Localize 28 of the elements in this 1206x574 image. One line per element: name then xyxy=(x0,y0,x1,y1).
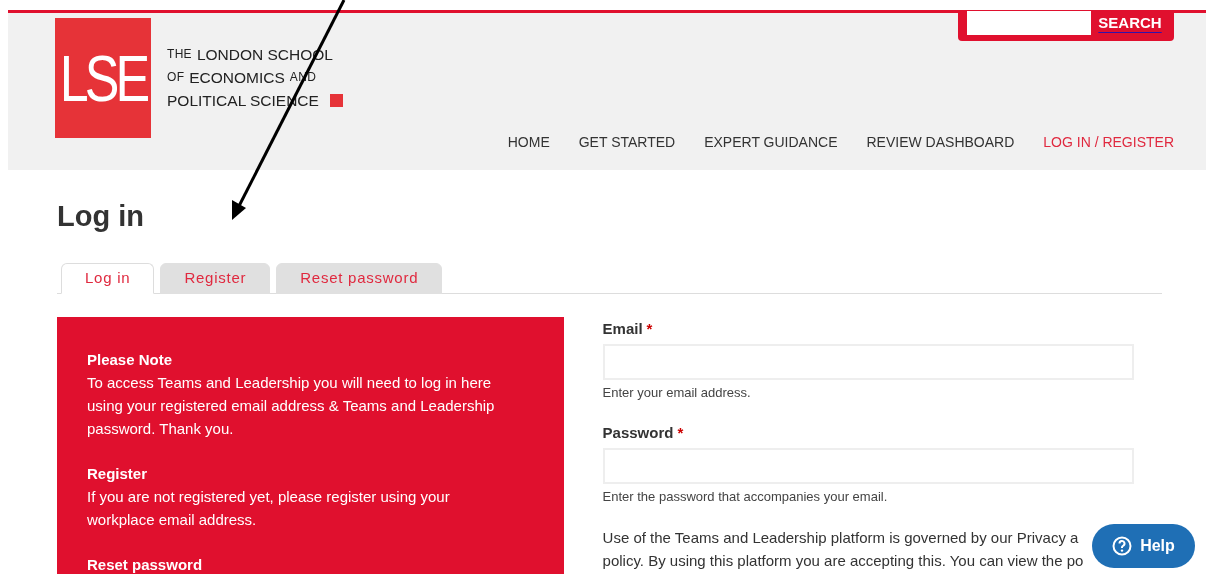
notice-text: To access Teams and Leadership you will need to log in here using your registered email address & Teams and Leadership password. Thank you. xyxy=(87,373,496,439)
square-icon xyxy=(329,94,343,107)
help-button[interactable]: Help xyxy=(1092,524,1195,568)
logo-mark[interactable]: LSE xyxy=(55,17,151,138)
field-label: Email xyxy=(602,319,643,339)
search-button[interactable]: SEARCH xyxy=(1095,11,1165,35)
tab[interactable]: Log in xyxy=(61,263,155,294)
nav-link[interactable]: LOG IN / REGISTER xyxy=(1043,132,1174,153)
tab[interactable]: Reset password xyxy=(276,263,443,294)
required-mark: * xyxy=(677,423,684,443)
notice-heading: Please Note xyxy=(87,350,174,370)
nav-link[interactable]: GET STARTED xyxy=(578,132,676,153)
field-help: Enter your email address. xyxy=(602,383,752,402)
field-help: Enter the password that accompanies your email. xyxy=(602,487,889,506)
required-mark: * xyxy=(646,319,653,339)
policy-text: Use of the Teams and Leadership platform is governed by our Privacy a xyxy=(602,528,1079,548)
nav-link[interactable]: REVIEW DASHBOARD xyxy=(866,132,1015,153)
notice-heading: Register xyxy=(87,464,149,484)
nav-link[interactable]: HOME xyxy=(507,132,550,153)
help-icon xyxy=(1112,536,1133,556)
notice-heading: Reset password xyxy=(87,555,204,574)
field-label: Password xyxy=(602,423,674,443)
policy-text: policy. By using this platform you are accepting this. You can view the po xyxy=(602,551,1084,571)
search-field[interactable] xyxy=(967,11,1091,35)
notice-text: If you are not registered yet, please register using your workplace email address. xyxy=(87,487,451,530)
tab[interactable]: Register xyxy=(160,263,271,294)
page-title: Log in xyxy=(57,199,145,234)
nav-link[interactable]: EXPERT GUIDANCE xyxy=(704,132,838,153)
